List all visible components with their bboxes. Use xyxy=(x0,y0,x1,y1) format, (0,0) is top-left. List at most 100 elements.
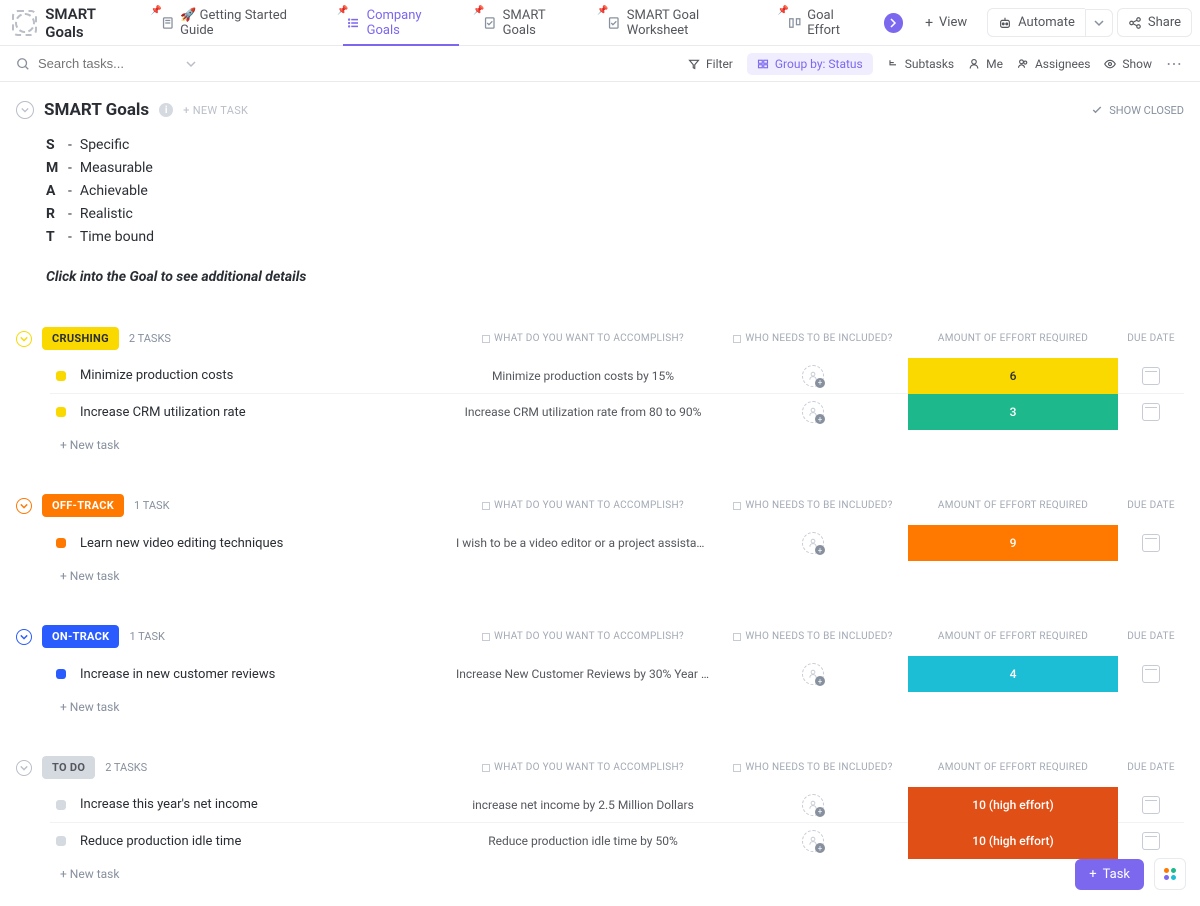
task-row[interactable]: Reduce production idle time Reduce produc… xyxy=(50,823,1184,859)
group-by-button[interactable]: Group by: Status xyxy=(747,53,873,75)
task-name[interactable]: Reduce production idle time xyxy=(80,834,380,849)
task-status-icon[interactable] xyxy=(56,836,66,846)
search-input[interactable] xyxy=(38,56,178,71)
task-status-icon[interactable] xyxy=(56,407,66,417)
col-who-header[interactable]: WHO NEEDS TO BE INCLUDED? xyxy=(718,333,908,344)
task-effort[interactable]: 3 xyxy=(908,394,1118,430)
task-row[interactable]: Increase this year's net income increase … xyxy=(50,787,1184,823)
col-who-header[interactable]: WHO NEEDS TO BE INCLUDED? xyxy=(718,762,908,773)
new-task-row-button[interactable]: + New task xyxy=(40,561,1184,583)
task-accomplish[interactable]: Reduce production idle time by 50% xyxy=(448,834,718,848)
task-due-cell[interactable] xyxy=(1118,534,1184,552)
task-accomplish[interactable]: Increase New Customer Reviews by 30% Yea… xyxy=(448,667,718,681)
group-collapse-button[interactable] xyxy=(16,498,32,514)
assignee-placeholder-icon[interactable] xyxy=(802,830,824,852)
assignee-placeholder-icon[interactable] xyxy=(802,365,824,387)
col-due-header[interactable]: DUE DATE xyxy=(1118,762,1184,773)
task-accomplish[interactable]: Increase CRM utilization rate from 80 to… xyxy=(448,405,718,419)
task-assignee-cell[interactable] xyxy=(718,794,908,816)
apps-fab[interactable] xyxy=(1154,858,1186,890)
share-button[interactable]: Share xyxy=(1117,8,1192,37)
new-task-top-button[interactable]: + NEW TASK xyxy=(183,104,248,117)
task-effort[interactable]: 10 (high effort) xyxy=(908,823,1118,859)
add-view-button[interactable]: + View xyxy=(907,0,979,46)
task-due-cell[interactable] xyxy=(1118,367,1184,385)
task-row[interactable]: Learn new video editing techniques I wish… xyxy=(50,525,1184,561)
task-effort[interactable]: 4 xyxy=(908,656,1118,692)
task-accomplish[interactable]: I wish to be a video editor or a project… xyxy=(448,536,718,550)
show-closed-button[interactable]: SHOW CLOSED xyxy=(1091,104,1184,117)
info-icon[interactable]: i xyxy=(159,103,173,117)
status-pill[interactable]: TO DO xyxy=(42,756,95,779)
group-collapse-button[interactable] xyxy=(16,331,32,347)
col-who-header[interactable]: WHO NEEDS TO BE INCLUDED? xyxy=(718,500,908,511)
task-assignee-cell[interactable] xyxy=(718,365,908,387)
more-options-button[interactable]: ⋯ xyxy=(1166,54,1184,73)
col-effort-header[interactable]: AMOUNT OF EFFORT REQUIRED xyxy=(908,333,1118,344)
tab-goal-effort[interactable]: 📌 Goal Effort xyxy=(776,0,880,46)
task-name[interactable]: Minimize production costs xyxy=(80,368,380,383)
task-row[interactable]: Increase CRM utilization rate Increase CR… xyxy=(50,394,1184,430)
new-task-row-button[interactable]: + New task xyxy=(40,430,1184,452)
search-wrap[interactable] xyxy=(16,56,216,71)
status-pill[interactable]: CRUSHING xyxy=(42,327,119,350)
task-row[interactable]: Increase in new customer reviews Increase… xyxy=(50,656,1184,692)
task-assignee-cell[interactable] xyxy=(718,830,908,852)
task-name[interactable]: Increase this year's net income xyxy=(80,797,380,812)
new-task-row-button[interactable]: + New task xyxy=(40,859,1184,881)
task-name[interactable]: Increase in new customer reviews xyxy=(80,667,380,682)
col-accomplish-header[interactable]: WHAT DO YOU WANT TO ACCOMPLISH? xyxy=(448,762,718,773)
col-accomplish-header[interactable]: WHAT DO YOU WANT TO ACCOMPLISH? xyxy=(448,500,718,511)
task-effort[interactable]: 6 xyxy=(908,358,1118,394)
task-due-cell[interactable] xyxy=(1118,832,1184,850)
assignee-placeholder-icon[interactable] xyxy=(802,532,824,554)
task-row[interactable]: Minimize production costs Minimize produc… xyxy=(50,358,1184,394)
task-due-cell[interactable] xyxy=(1118,665,1184,683)
task-assignee-cell[interactable] xyxy=(718,532,908,554)
col-due-header[interactable]: DUE DATE xyxy=(1118,631,1184,642)
col-due-header[interactable]: DUE DATE xyxy=(1118,333,1184,344)
filter-button[interactable]: Filter xyxy=(688,57,733,71)
new-task-row-button[interactable]: + New task xyxy=(40,692,1184,714)
task-name[interactable]: Increase CRM utilization rate xyxy=(80,405,380,420)
assignee-placeholder-icon[interactable] xyxy=(802,794,824,816)
group-collapse-button[interactable] xyxy=(16,629,32,645)
task-status-icon[interactable] xyxy=(56,669,66,679)
status-pill[interactable]: OFF-TRACK xyxy=(42,494,124,517)
tab-smart-goals[interactable]: 📌 SMART Goals xyxy=(471,0,591,46)
task-effort[interactable]: 9 xyxy=(908,525,1118,561)
tab-smart-worksheet[interactable]: 📌 SMART Goal Worksheet xyxy=(595,0,772,46)
col-effort-header[interactable]: AMOUNT OF EFFORT REQUIRED xyxy=(908,631,1118,642)
status-pill[interactable]: ON-TRACK xyxy=(42,625,119,648)
chevron-down-icon[interactable] xyxy=(186,59,196,69)
task-assignee-cell[interactable] xyxy=(718,663,908,685)
task-effort[interactable]: 10 (high effort) xyxy=(908,787,1118,823)
task-accomplish[interactable]: increase net income by 2.5 Million Dolla… xyxy=(448,798,718,812)
tab-company-goals[interactable]: 📌 Company Goals xyxy=(335,0,467,46)
col-accomplish-header[interactable]: WHAT DO YOU WANT TO ACCOMPLISH? xyxy=(448,631,718,642)
assignees-button[interactable]: Assignees xyxy=(1017,57,1090,71)
me-button[interactable]: Me xyxy=(968,57,1003,71)
task-status-icon[interactable] xyxy=(56,538,66,548)
assignee-placeholder-icon[interactable] xyxy=(802,401,824,423)
automate-button[interactable]: Automate xyxy=(987,8,1085,37)
task-due-cell[interactable] xyxy=(1118,403,1184,421)
subtasks-button[interactable]: Subtasks xyxy=(887,57,954,71)
show-button[interactable]: Show xyxy=(1104,57,1152,71)
task-assignee-cell[interactable] xyxy=(718,401,908,423)
col-effort-header[interactable]: AMOUNT OF EFFORT REQUIRED xyxy=(908,762,1118,773)
project-chip[interactable]: SMART Goals xyxy=(8,1,145,45)
group-collapse-button[interactable] xyxy=(16,760,32,776)
col-due-header[interactable]: DUE DATE xyxy=(1118,500,1184,511)
task-due-cell[interactable] xyxy=(1118,796,1184,814)
tab-getting-started[interactable]: 📌 🚀 Getting Started Guide xyxy=(149,0,331,46)
col-accomplish-header[interactable]: WHAT DO YOU WANT TO ACCOMPLISH? xyxy=(448,333,718,344)
col-who-header[interactable]: WHO NEEDS TO BE INCLUDED? xyxy=(718,631,908,642)
task-accomplish[interactable]: Minimize production costs by 15% xyxy=(448,369,718,383)
new-task-fab[interactable]: + Task xyxy=(1075,859,1144,890)
assignee-placeholder-icon[interactable] xyxy=(802,663,824,685)
automate-menu-button[interactable] xyxy=(1085,9,1113,37)
col-effort-header[interactable]: AMOUNT OF EFFORT REQUIRED xyxy=(908,500,1118,511)
task-name[interactable]: Learn new video editing techniques xyxy=(80,536,380,551)
collapse-list-button[interactable] xyxy=(16,101,34,119)
